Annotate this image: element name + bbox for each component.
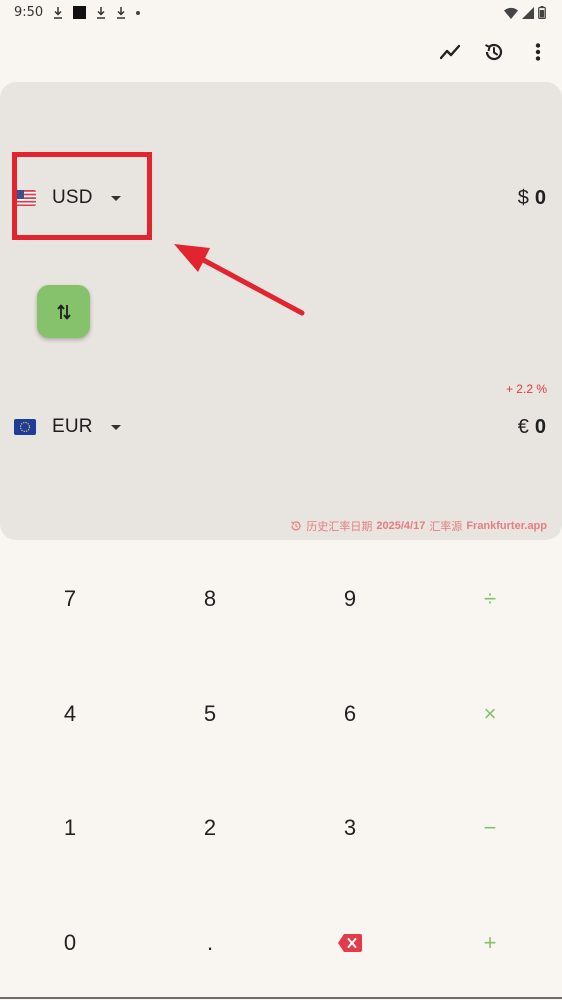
rate-date-value: 2025/4/17 bbox=[376, 520, 426, 532]
swap-vertical-icon bbox=[56, 304, 71, 319]
source-amount[interactable]: $ 0 bbox=[518, 178, 546, 218]
highlight-annotation-box bbox=[12, 152, 152, 240]
download-icon bbox=[54, 6, 63, 19]
download-icon bbox=[117, 6, 126, 19]
rate-source-value: Frankfurter.app bbox=[466, 520, 547, 532]
source-currency-symbol: $ bbox=[517, 186, 529, 209]
key-7[interactable]: 7 bbox=[0, 542, 140, 656]
swap-currencies-button[interactable] bbox=[37, 285, 90, 338]
wifi-icon bbox=[504, 7, 518, 19]
history-button[interactable] bbox=[482, 36, 506, 68]
history-small-icon bbox=[291, 521, 301, 531]
target-currency-row: EUR € 0 bbox=[0, 407, 562, 447]
key-divide[interactable]: ÷ bbox=[420, 542, 560, 656]
more-vert-icon bbox=[535, 43, 541, 61]
rate-date-label: 历史汇率日期 bbox=[306, 521, 373, 533]
target-amount[interactable]: € 0 bbox=[518, 407, 546, 447]
rate-source-info: 历史汇率日期 2025/4/17 汇率源 Frankfurter.app bbox=[290, 518, 547, 534]
rate-source-label: 汇率源 bbox=[429, 521, 463, 533]
key-5[interactable]: 5 bbox=[140, 657, 280, 771]
top-action-bar bbox=[438, 36, 550, 68]
download-icon bbox=[97, 6, 106, 19]
status-left: 9:50 bbox=[14, 5, 141, 20]
key-6[interactable]: 6 bbox=[280, 657, 420, 771]
battery-icon bbox=[538, 6, 546, 19]
key-multiply[interactable]: × bbox=[420, 657, 560, 771]
status-time: 9:50 bbox=[14, 5, 44, 20]
more-notifications-dot-icon bbox=[136, 10, 141, 15]
key-decimal[interactable]: . bbox=[140, 886, 280, 1000]
status-bar: 9:50 bbox=[0, 0, 562, 26]
key-3[interactable]: 3 bbox=[280, 771, 420, 885]
key-9[interactable]: 9 bbox=[280, 542, 420, 656]
key-1[interactable]: 1 bbox=[0, 771, 140, 885]
more-options-button[interactable] bbox=[526, 36, 550, 68]
target-currency-symbol: € bbox=[517, 415, 529, 438]
signal-icon bbox=[522, 6, 534, 19]
key-4[interactable]: 4 bbox=[0, 657, 140, 771]
trend-chart-icon bbox=[440, 44, 460, 60]
target-amount-value: 0 bbox=[534, 415, 546, 438]
key-8[interactable]: 8 bbox=[140, 542, 280, 656]
trend-chart-button[interactable] bbox=[438, 36, 462, 68]
key-add[interactable]: + bbox=[420, 886, 560, 1000]
keypad: 7 8 9 ÷ 4 5 6 × 1 2 3 − 0 . + bbox=[0, 542, 562, 999]
history-icon bbox=[485, 43, 503, 61]
backspace-icon bbox=[338, 934, 362, 952]
target-currency-code: EUR bbox=[52, 416, 93, 437]
notification-square-icon bbox=[73, 6, 87, 19]
eu-flag-icon bbox=[14, 419, 36, 435]
chevron-down-icon bbox=[110, 424, 121, 430]
key-0[interactable]: 0 bbox=[0, 886, 140, 1000]
backspace-button[interactable] bbox=[280, 886, 420, 1000]
rate-change-percent: + 2.2 % bbox=[505, 382, 547, 396]
status-right bbox=[504, 6, 546, 19]
key-2[interactable]: 2 bbox=[140, 771, 280, 885]
source-amount-value: 0 bbox=[534, 186, 546, 209]
target-currency-selector[interactable]: EUR bbox=[14, 407, 121, 447]
key-subtract[interactable]: − bbox=[420, 771, 560, 885]
